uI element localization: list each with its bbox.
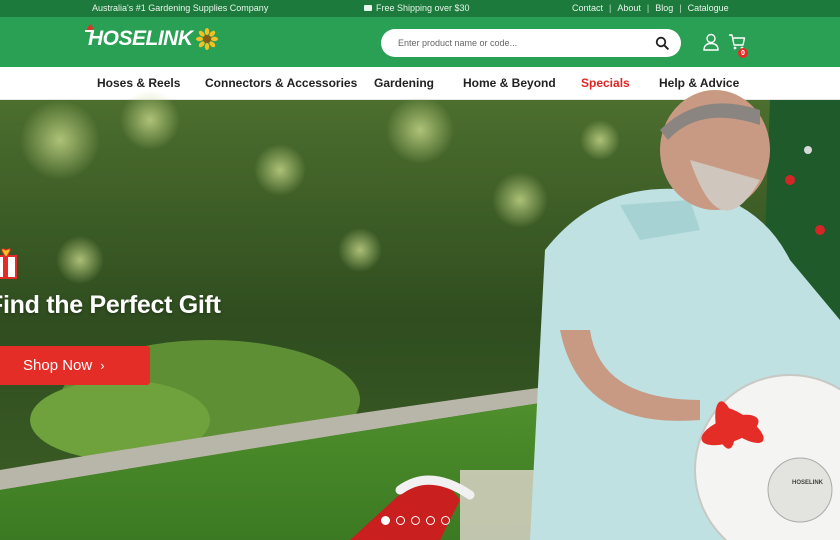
- shop-now-label: Shop Now: [23, 357, 93, 374]
- carousel-dot[interactable]: [411, 516, 420, 525]
- reel-brand-stamp: HOSELINK: [792, 480, 824, 486]
- carousel-dot[interactable]: [441, 516, 450, 525]
- carousel-dots: [381, 516, 450, 525]
- carousel-dot[interactable]: [381, 516, 390, 525]
- carousel-dot[interactable]: [426, 516, 435, 525]
- shop-now-button[interactable]: Shop Now ›: [0, 346, 150, 385]
- chevron-right-icon: ›: [100, 358, 105, 373]
- hero-banner: Find the Perfect Gift Shop Now › HOSELIN…: [0, 0, 840, 540]
- hero-photo: [0, 90, 840, 540]
- carousel-dot[interactable]: [396, 516, 405, 525]
- hero-title-text: Find the Perfect Gift: [0, 291, 221, 319]
- hero-title: Find the Perfect Gift: [0, 291, 233, 320]
- gift-icon: [0, 248, 17, 279]
